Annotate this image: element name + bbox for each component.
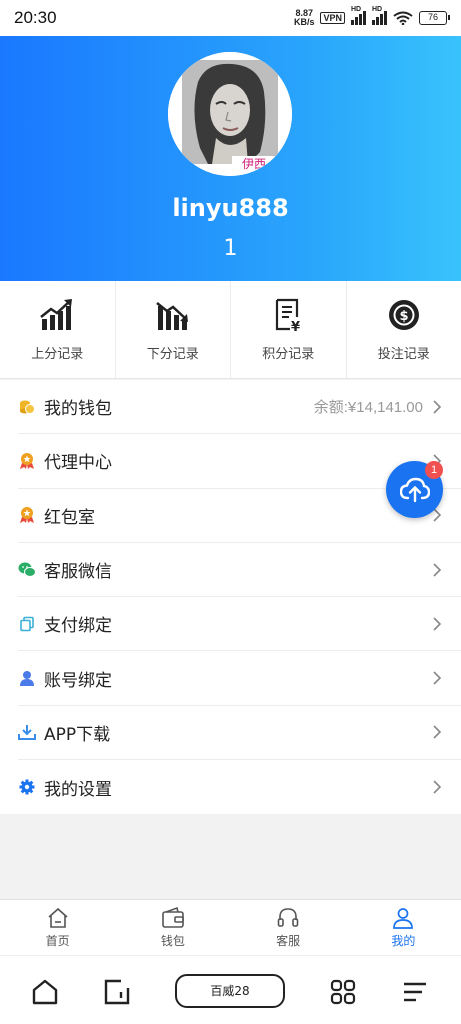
gear-icon: [18, 778, 36, 796]
nav-apps-button[interactable]: [329, 978, 357, 1006]
wallet-balance: 余额:¥14,141.00: [313, 399, 423, 417]
avatar-portrait-image: 伊西: [168, 52, 292, 176]
menu-label: 支付绑定: [44, 616, 112, 637]
hd-label: HD: [351, 6, 362, 13]
quick-label: 投注记录: [377, 347, 430, 362]
vpn-icon: VPN: [320, 12, 345, 24]
network-speed-unit: KB/s: [293, 17, 315, 27]
tab-home[interactable]: 首页: [0, 900, 115, 955]
floating-upload-button[interactable]: 1: [386, 461, 443, 518]
nav-recent-button[interactable]: [103, 978, 131, 1006]
status-time: 20:30: [14, 8, 57, 27]
home-icon: [48, 907, 68, 928]
menu-item-settings[interactable]: 我的设置: [18, 760, 461, 814]
menu-lines-icon: [404, 982, 426, 1002]
app-name-pill[interactable]: 百威28: [175, 974, 285, 1008]
user-icon: [393, 908, 414, 929]
nav-home-button[interactable]: [31, 978, 59, 1006]
menu-item-payment-binding[interactable]: 支付绑定: [18, 597, 461, 652]
square-outline-icon: [104, 979, 130, 1005]
menu-list: 我的钱包 余额:¥14,141.00 代理中心 红包室 客服微信 支付绑定 账号…: [0, 380, 461, 815]
hd-label-2: HD: [372, 6, 383, 13]
chevron-right-icon: [433, 780, 442, 794]
chevron-right-icon: [433, 617, 442, 631]
grid-icon: [330, 979, 356, 1005]
chevron-right-icon: [433, 671, 442, 685]
menu-label: 红包室: [44, 507, 95, 528]
menu-label: 我的钱包: [44, 399, 112, 420]
chevron-right-icon: [433, 400, 442, 414]
menu-label: 代理中心: [44, 453, 112, 474]
avatar[interactable]: 伊西: [168, 52, 292, 176]
tab-support[interactable]: 客服: [231, 900, 346, 955]
menu-item-app-download[interactable]: APP下载: [18, 706, 461, 761]
avatar-watermark-text: 伊西: [242, 157, 266, 171]
svg-text:¥: ¥: [291, 320, 300, 333]
coins-icon: [18, 398, 36, 416]
chart-down-icon: [155, 302, 188, 330]
user-icon: [18, 669, 36, 687]
copy-icon: [18, 615, 36, 633]
svg-text:$: $: [399, 309, 408, 324]
system-navigation-bar: 百威28: [0, 955, 461, 1024]
headset-icon: [277, 908, 299, 927]
user-level: 1: [223, 236, 238, 261]
tab-mine[interactable]: 我的: [346, 900, 461, 955]
dollar-coin-icon: $: [388, 300, 419, 330]
quick-actions: 上分记录 下分记录 ¥ 积分记录 $ 投注记录: [0, 281, 461, 379]
menu-item-account-binding[interactable]: 账号绑定: [18, 651, 461, 706]
medal-icon: [18, 506, 36, 524]
menu-label: 我的设置: [44, 779, 112, 800]
quick-label: 上分记录: [31, 347, 84, 362]
menu-label: 客服微信: [44, 562, 112, 583]
wechat-icon: [18, 561, 36, 579]
wifi-icon: [393, 11, 413, 25]
chevron-right-icon: [433, 725, 442, 739]
menu-label: APP下载: [44, 724, 111, 745]
quick-bet-records[interactable]: $ 投注记录: [347, 281, 461, 378]
battery-icon: 76: [419, 11, 450, 25]
medal-icon: [18, 452, 36, 470]
wallet-icon: [162, 906, 184, 928]
menu-item-wallet[interactable]: 我的钱包 余额:¥14,141.00: [18, 380, 461, 435]
nav-menu-button[interactable]: [401, 978, 429, 1006]
menu-item-support-wechat[interactable]: 客服微信: [18, 543, 461, 598]
username: linyu888: [172, 194, 289, 222]
menu-label: 账号绑定: [44, 670, 112, 691]
tab-label: 首页: [45, 934, 70, 948]
bottom-tab-bar: 首页 钱包 客服 我的: [0, 899, 461, 955]
tab-label: 客服: [276, 934, 301, 948]
download-icon: [18, 723, 36, 741]
profile-header: 伊西 linyu888 1: [0, 36, 461, 281]
cloud-upload-icon: [399, 477, 430, 502]
tab-wallet[interactable]: 钱包: [115, 900, 230, 955]
status-icons: 8.87 KB/s VPN HD HD 76: [294, 6, 450, 27]
quick-points-records[interactable]: ¥ 积分记录: [231, 281, 347, 378]
signal-icon-2: HD: [372, 6, 387, 25]
home-outline-icon: [32, 979, 58, 1005]
quick-label: 积分记录: [262, 347, 315, 362]
quick-label: 下分记录: [146, 347, 199, 362]
chevron-right-icon: [433, 562, 442, 577]
status-bar: 20:30 8.87 KB/s VPN HD HD 76: [0, 0, 461, 36]
tab-label: 我的: [391, 934, 416, 948]
quick-deposit-records[interactable]: 上分记录: [0, 281, 116, 378]
notification-badge: 1: [425, 461, 443, 479]
chart-up-icon: [40, 299, 73, 330]
signal-icon: HD: [351, 6, 366, 25]
network-speed: 8.87 KB/s: [294, 9, 315, 27]
quick-withdraw-records[interactable]: 下分记录: [116, 281, 231, 378]
receipt-yen-icon: ¥: [276, 298, 300, 333]
tab-label: 钱包: [160, 934, 185, 948]
